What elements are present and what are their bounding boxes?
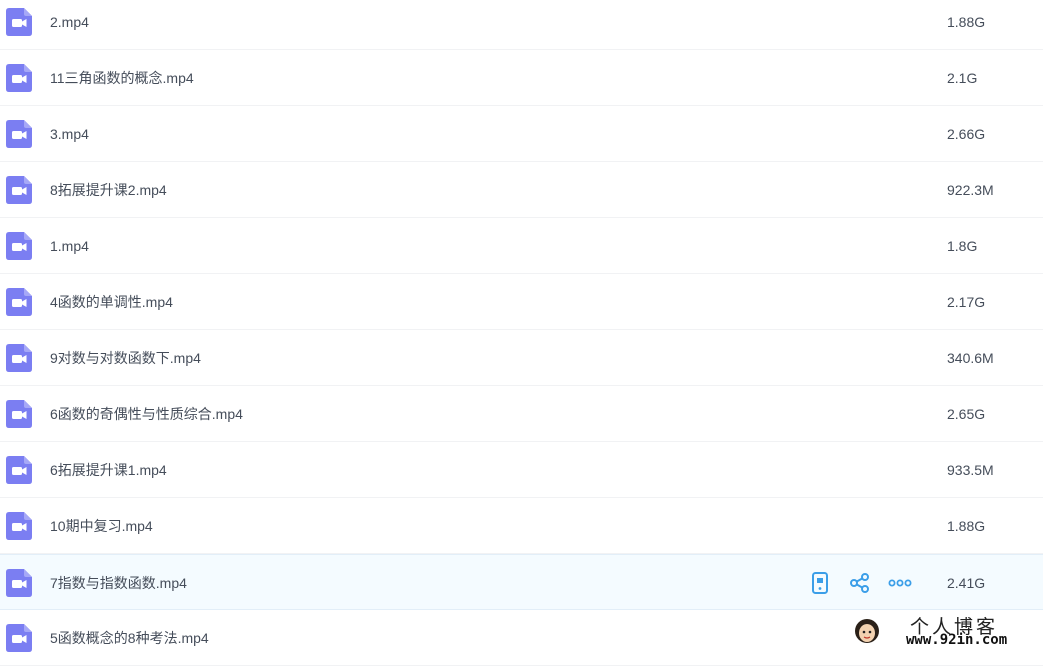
file-name[interactable]: 6函数的奇偶性与性质综合.mp4 bbox=[50, 386, 243, 442]
file-row[interactable]: 1.mp4 1.8G bbox=[0, 218, 1043, 274]
file-size: 922.3M bbox=[947, 182, 994, 198]
watermark: 个人博客 www.92in.com bbox=[846, 612, 1043, 654]
file-row[interactable]: 10期中复习.mp4 1.88G bbox=[0, 498, 1043, 554]
file-name[interactable]: 4函数的单调性.mp4 bbox=[50, 274, 173, 330]
file-name[interactable]: 1.mp4 bbox=[50, 218, 89, 274]
file-row[interactable]: 4函数的单调性.mp4 2.17G bbox=[0, 274, 1043, 330]
file-row[interactable]: 6拓展提升课1.mp4 933.5M bbox=[0, 442, 1043, 498]
file-name[interactable]: 10期中复习.mp4 bbox=[50, 498, 153, 554]
video-file-icon bbox=[6, 64, 32, 92]
share-icon bbox=[850, 573, 869, 593]
watermark-url: www.92in.com bbox=[906, 632, 1008, 648]
file-name[interactable]: 7指数与指数函数.mp4 bbox=[50, 555, 187, 611]
file-size: 2.17G bbox=[947, 294, 986, 310]
file-size: 2.1G bbox=[947, 70, 978, 86]
file-name[interactable]: 8拓展提升课2.mp4 bbox=[50, 162, 167, 218]
video-file-icon bbox=[6, 232, 32, 260]
file-size: 2.41G bbox=[947, 575, 986, 591]
file-name[interactable]: 6拓展提升课1.mp4 bbox=[50, 442, 167, 498]
file-row[interactable]: 2.mp4 1.88G bbox=[0, 0, 1043, 50]
file-size: 340.6M bbox=[947, 350, 994, 366]
video-file-icon bbox=[6, 512, 32, 540]
file-size: 933.5M bbox=[947, 462, 994, 478]
file-size: 2.65G bbox=[947, 406, 986, 422]
video-file-icon bbox=[6, 400, 32, 428]
file-size: 1.8G bbox=[947, 238, 978, 254]
video-file-icon bbox=[6, 624, 32, 652]
file-row[interactable]: 7指数与指数函数.mp4 2.41G bbox=[0, 554, 1043, 610]
avatar-icon bbox=[855, 619, 879, 643]
file-size: 1.88G bbox=[947, 518, 986, 534]
send-to-phone-button[interactable] bbox=[806, 569, 834, 597]
video-file-icon bbox=[6, 288, 32, 316]
file-row[interactable]: 3.mp4 2.66G bbox=[0, 106, 1043, 162]
file-name[interactable]: 3.mp4 bbox=[50, 106, 89, 162]
share-button[interactable] bbox=[846, 569, 874, 597]
file-row[interactable]: 8拓展提升课2.mp4 922.3M bbox=[0, 162, 1043, 218]
file-size: 2.66G bbox=[947, 126, 986, 142]
video-file-icon bbox=[6, 569, 32, 597]
video-file-icon bbox=[6, 8, 32, 36]
file-list: 2.mp4 1.88G 11三角函数的概念.mp4 2.1G 3.mp4 2.6… bbox=[0, 0, 1043, 666]
video-file-icon bbox=[6, 456, 32, 484]
video-file-icon bbox=[6, 120, 32, 148]
video-file-icon bbox=[6, 176, 32, 204]
file-name[interactable]: 2.mp4 bbox=[50, 0, 89, 50]
file-size: 1.88G bbox=[947, 14, 986, 30]
file-row[interactable]: 9对数与对数函数下.mp4 340.6M bbox=[0, 330, 1043, 386]
more-icon bbox=[888, 579, 912, 587]
file-row[interactable]: 11三角函数的概念.mp4 2.1G bbox=[0, 50, 1043, 106]
phone-icon bbox=[812, 572, 828, 594]
file-row[interactable]: 6函数的奇偶性与性质综合.mp4 2.65G bbox=[0, 386, 1043, 442]
file-name[interactable]: 9对数与对数函数下.mp4 bbox=[50, 330, 201, 386]
row-actions bbox=[806, 555, 926, 611]
file-name[interactable]: 5函数概念的8种考法.mp4 bbox=[50, 610, 209, 666]
more-button[interactable] bbox=[886, 569, 914, 597]
file-name[interactable]: 11三角函数的概念.mp4 bbox=[50, 50, 194, 106]
video-file-icon bbox=[6, 344, 32, 372]
